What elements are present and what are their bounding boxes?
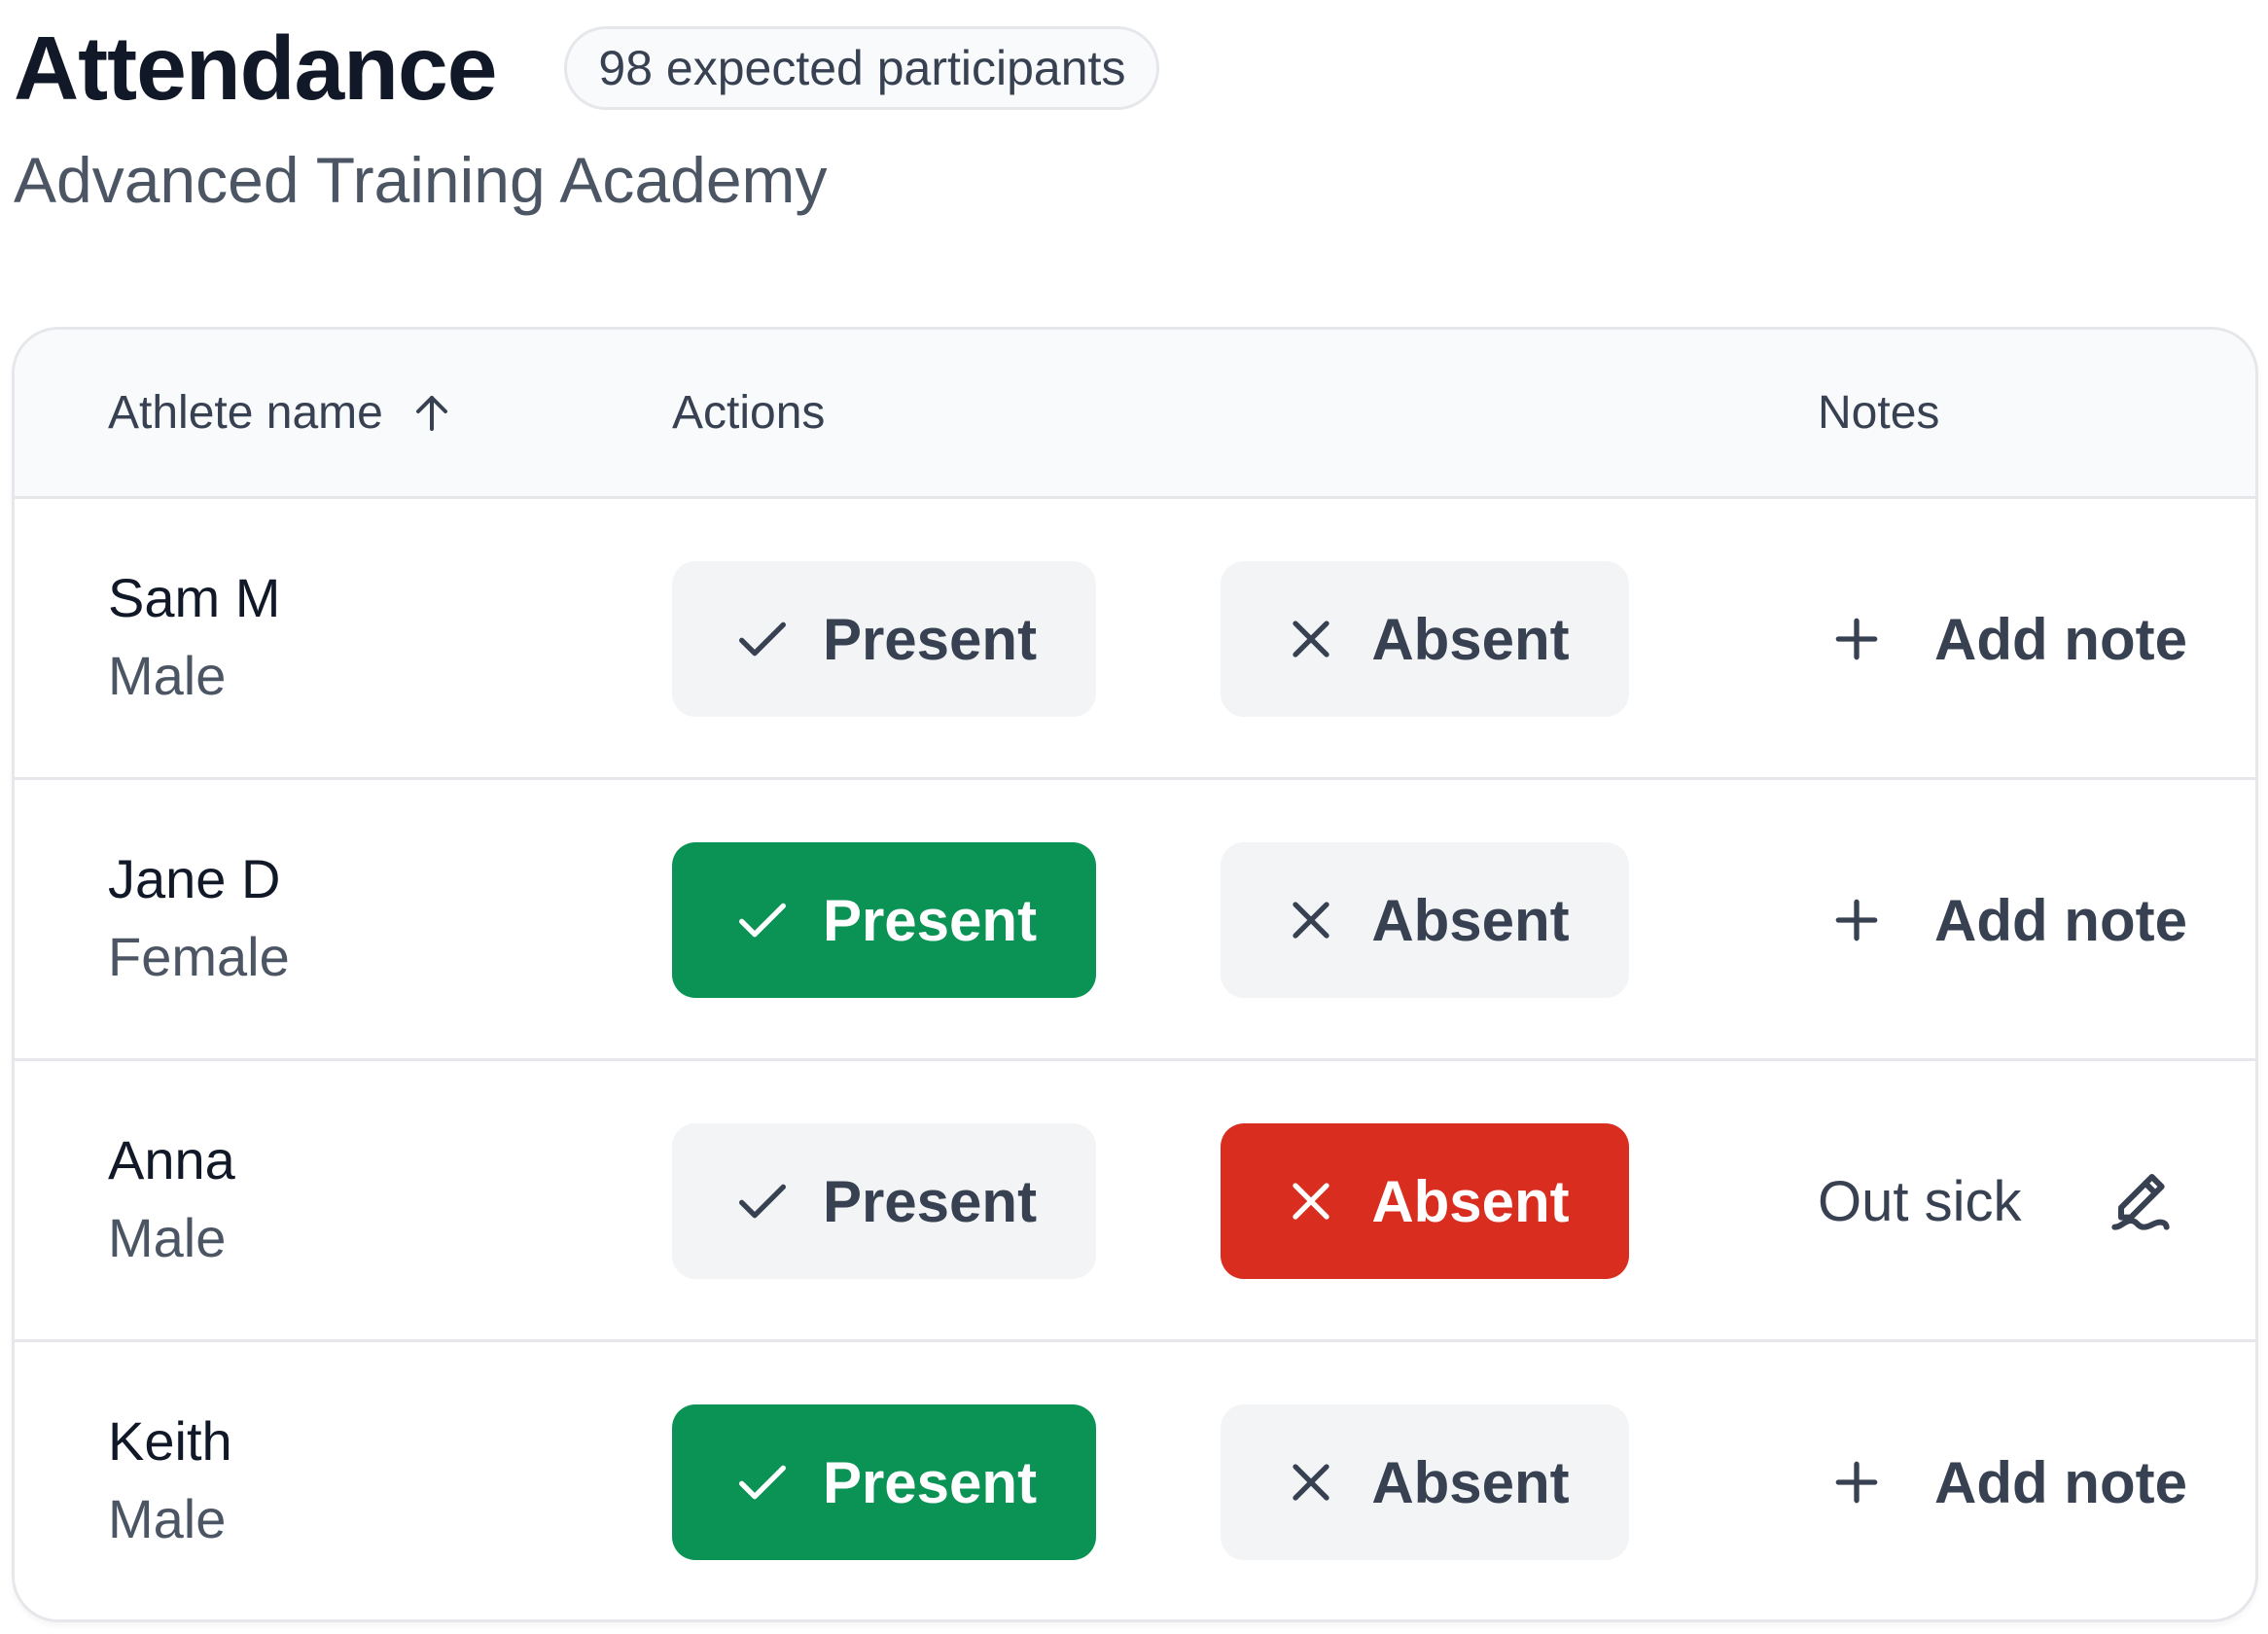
athlete-cell: Jane D Female — [108, 852, 290, 984]
table-row: Jane D Female Present Absent Add note — [15, 780, 2255, 1061]
absent-button[interactable]: Absent — [1221, 842, 1629, 998]
absent-button[interactable]: Absent — [1221, 1123, 1629, 1279]
plus-icon — [1835, 899, 1878, 941]
close-icon — [1293, 902, 1329, 939]
table-body: Sam M Male Present Absent Add note Jane D Fema… — [15, 499, 2255, 1619]
absent-button-label: Absent — [1371, 1168, 1570, 1234]
table-row: Anna Male Present Absent Out sick — [15, 1061, 2255, 1342]
table-row: Sam M Male Present Absent Add note — [15, 499, 2255, 780]
plus-icon — [1835, 1461, 1878, 1504]
athlete-cell: Anna Male — [108, 1133, 235, 1265]
arrow-up-icon — [415, 395, 447, 431]
absent-button[interactable]: Absent — [1221, 1404, 1629, 1560]
absent-button[interactable]: Absent — [1221, 561, 1629, 717]
add-note-button[interactable]: Add note — [1825, 1404, 2187, 1560]
plus-icon — [1835, 618, 1878, 660]
present-button[interactable]: Present — [672, 1123, 1096, 1279]
athlete-name: Jane D — [108, 848, 281, 909]
absent-button-label: Absent — [1371, 1449, 1570, 1515]
close-icon — [1293, 1464, 1329, 1501]
athlete-gender: Male — [108, 1207, 227, 1268]
table-header: Athlete name Actions Notes — [15, 330, 2255, 499]
athlete-name: Anna — [108, 1129, 235, 1190]
edit-note-icon[interactable] — [2102, 1162, 2179, 1240]
present-button-label: Present — [822, 606, 1038, 672]
close-icon — [1293, 621, 1329, 657]
add-note-label: Add note — [1934, 887, 2187, 953]
add-note-label: Add note — [1934, 606, 2187, 672]
athlete-name: Keith — [108, 1410, 232, 1472]
check-icon — [738, 622, 786, 657]
add-note-button[interactable]: Add note — [1825, 561, 2187, 717]
add-note-button[interactable]: Add note — [1825, 842, 2187, 998]
page-subtitle: Advanced Training Academy — [14, 144, 828, 216]
check-icon — [738, 903, 786, 938]
column-header-athlete-name-label: Athlete name — [108, 387, 383, 439]
add-note-label: Add note — [1934, 1449, 2187, 1515]
page-title: Attendance — [14, 17, 497, 119]
title-row: Attendance 98 expected participants — [14, 10, 2250, 126]
absent-button-label: Absent — [1371, 606, 1570, 672]
present-button-label: Present — [822, 1449, 1038, 1515]
present-button[interactable]: Present — [672, 1404, 1096, 1560]
absent-button-label: Absent — [1371, 887, 1570, 953]
participants-badge: 98 expected participants — [564, 26, 1160, 110]
present-button-label: Present — [822, 887, 1038, 953]
note-text: Out sick — [1818, 1169, 2022, 1233]
attendance-table: Athlete name Actions Notes Sam M Male Pres… — [12, 327, 2258, 1622]
present-button-label: Present — [822, 1168, 1038, 1234]
column-header-actions: Actions — [672, 387, 826, 439]
present-button[interactable]: Present — [672, 561, 1096, 717]
close-icon — [1293, 1183, 1329, 1220]
athlete-gender: Male — [108, 645, 227, 706]
check-icon — [738, 1184, 786, 1219]
athlete-gender: Male — [108, 1488, 227, 1549]
athlete-cell: Keith Male — [108, 1414, 232, 1546]
column-header-athlete-name[interactable]: Athlete name — [108, 330, 455, 496]
column-header-notes: Notes — [1818, 387, 1940, 439]
athlete-name: Sam M — [108, 567, 281, 628]
athlete-cell: Sam M Male — [108, 571, 280, 703]
check-icon — [738, 1465, 786, 1500]
table-row: Keith Male Present Absent Add note — [15, 1342, 2255, 1619]
page-header: Attendance 98 expected participants Adva… — [14, 10, 2250, 224]
athlete-gender: Female — [108, 926, 290, 987]
present-button[interactable]: Present — [672, 842, 1096, 998]
